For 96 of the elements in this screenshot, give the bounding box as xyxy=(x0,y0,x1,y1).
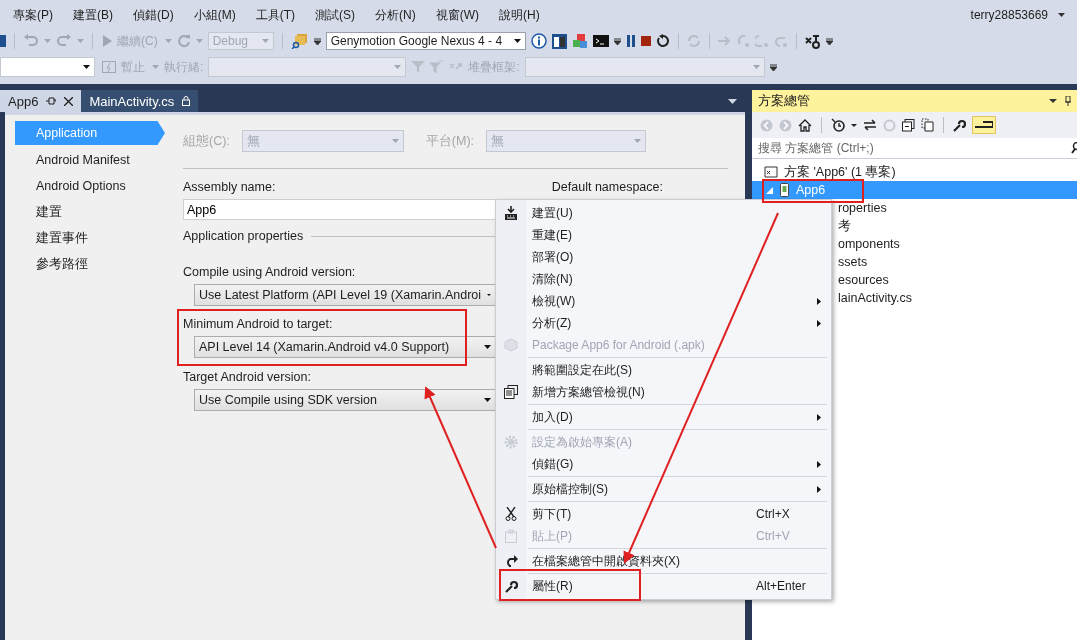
nav-item[interactable]: 建置事件 xyxy=(15,225,165,251)
nav-item[interactable]: 參考路徑 xyxy=(15,251,165,277)
home-icon[interactable] xyxy=(798,118,812,132)
caret-icon xyxy=(484,345,491,349)
restart-icon[interactable] xyxy=(655,34,670,48)
tree-item[interactable]: 方案 'App6' (1 專案) xyxy=(752,163,1077,181)
play-icon xyxy=(103,35,112,47)
caret-icon xyxy=(484,398,491,402)
sync-icon[interactable] xyxy=(863,119,877,131)
clipboard-icon xyxy=(505,529,517,543)
menu-item[interactable]: 屬性(R) Alt+Enter xyxy=(496,575,831,597)
solution-icon xyxy=(764,166,778,178)
show-all-files-icon[interactable] xyxy=(921,118,934,132)
caret-icon xyxy=(391,139,399,143)
menu-item[interactable]: 檢視(W) xyxy=(496,290,831,312)
compile-version-dropdown[interactable]: Use Latest Platform (API Level 19 (Xamarin.Androi xyxy=(194,284,496,306)
caret-icon xyxy=(83,65,90,69)
menu-item[interactable]: 工具(T) xyxy=(255,6,295,24)
menu-item[interactable]: 測試(S) xyxy=(315,6,355,24)
minimum-android-dropdown[interactable]: API Level 14 (Xamarin.Android v4.0 Support) xyxy=(194,336,496,358)
platform-label: 平台(M): xyxy=(425,132,475,150)
close-icon[interactable] xyxy=(64,96,74,106)
submenu-arrow-icon xyxy=(817,460,821,468)
caret-icon[interactable] xyxy=(1058,13,1065,17)
menu-item[interactable]: 說明(H) xyxy=(499,6,540,24)
default-namespace-label: Default namespace: xyxy=(551,180,663,194)
preview-toggle[interactable] xyxy=(972,116,996,134)
expand-icon[interactable] xyxy=(766,186,773,194)
configuration-label: 組態(C): xyxy=(183,132,230,150)
menu-item[interactable]: 分析(N) xyxy=(375,6,416,24)
document-tab[interactable]: App6 xyxy=(0,90,82,112)
menu-item[interactable]: 原始檔控制(S) xyxy=(496,478,831,500)
collapse-all-icon[interactable] xyxy=(902,118,915,132)
overflow-icon[interactable] xyxy=(825,37,833,45)
caret-icon xyxy=(513,39,521,43)
submenu-arrow-icon xyxy=(817,297,821,305)
history-icon[interactable] xyxy=(831,118,845,132)
android-project-icon xyxy=(780,183,789,197)
nav-item[interactable]: 建置 xyxy=(15,199,165,225)
device-dropdown[interactable]: Genymotion Google Nexus 4 - 4 xyxy=(325,32,526,50)
menu-item[interactable]: 將範圍設定在此(S) xyxy=(496,359,831,381)
menu-item[interactable]: 剪下(T) Ctrl+X xyxy=(496,503,831,525)
wrench-icon xyxy=(504,579,518,593)
overflow-icon[interactable] xyxy=(769,63,777,71)
submenu-arrow-icon xyxy=(817,319,821,327)
account-name[interactable]: terry28853669 xyxy=(970,8,1048,22)
document-tab[interactable]: MainActivity.cs xyxy=(81,90,199,112)
assembly-name-label: Assembly name: xyxy=(183,180,276,194)
section-title: Application properties xyxy=(183,229,304,243)
find-in-files-icon[interactable] xyxy=(290,33,309,49)
nav-item[interactable]: Android Options xyxy=(15,173,165,199)
menu-item[interactable]: 視窗(W) xyxy=(435,6,479,24)
search-icon[interactable] xyxy=(1071,142,1077,154)
submenu-arrow-icon xyxy=(817,485,821,493)
menu-item[interactable]: 新增方案總管檢視(N) xyxy=(496,381,831,403)
suspend-icon xyxy=(102,61,116,73)
caret-icon xyxy=(634,139,642,143)
menu-item[interactable]: 分析(Z) xyxy=(496,312,831,334)
caret-icon[interactable] xyxy=(851,123,857,127)
gear-icon xyxy=(504,435,518,449)
caret-icon xyxy=(752,65,760,69)
submenu-arrow-icon xyxy=(817,413,821,421)
menu-item[interactable]: 清除(N) xyxy=(496,268,831,290)
menu-item[interactable]: 偵錯(D) xyxy=(133,6,174,24)
overflow-icon[interactable] xyxy=(313,37,321,45)
pause-icon[interactable] xyxy=(625,35,636,47)
menu-item[interactable]: 專案(P) xyxy=(13,6,53,24)
menu-item[interactable]: 建置(B) xyxy=(73,6,113,24)
caret-icon xyxy=(394,65,402,69)
caret-icon xyxy=(261,39,269,43)
menu-item[interactable]: 偵錯(G) xyxy=(496,453,831,475)
overflow-icon[interactable] xyxy=(613,37,621,45)
menu-item[interactable]: 加入(D) xyxy=(496,406,831,428)
pin-icon[interactable] xyxy=(1065,96,1071,106)
redo-icon xyxy=(504,555,518,567)
target-android-label: Target Android version: xyxy=(183,370,311,384)
menu-item[interactable]: 小組(M) xyxy=(193,6,236,24)
menu-item[interactable]: 重建(E) xyxy=(496,224,831,246)
scissors-icon xyxy=(505,507,517,521)
nav-item[interactable]: Android Manifest xyxy=(15,147,165,173)
wrench-icon[interactable] xyxy=(953,118,966,132)
pin-icon[interactable] xyxy=(46,97,57,105)
search-field[interactable]: 搜尋 方案總管 (Ctrl+;) xyxy=(756,140,1071,156)
build-icon xyxy=(504,206,518,220)
menu-item[interactable]: 部署(O) xyxy=(496,246,831,268)
panel-title: 方案總管 xyxy=(758,92,810,110)
terminal-icon[interactable] xyxy=(592,35,609,47)
caret-icon[interactable] xyxy=(728,98,737,104)
caret-icon xyxy=(487,293,491,297)
minimum-android-label: Minimum Android to target: xyxy=(183,317,333,331)
new-view-icon xyxy=(504,385,518,399)
target-android-dropdown[interactable]: Use Compile using SDK version xyxy=(194,389,496,411)
compile-version-label: Compile using Android version: xyxy=(183,265,356,279)
stop-icon[interactable] xyxy=(640,36,651,46)
caret-icon[interactable] xyxy=(1049,99,1057,103)
info-icon[interactable] xyxy=(530,33,547,49)
